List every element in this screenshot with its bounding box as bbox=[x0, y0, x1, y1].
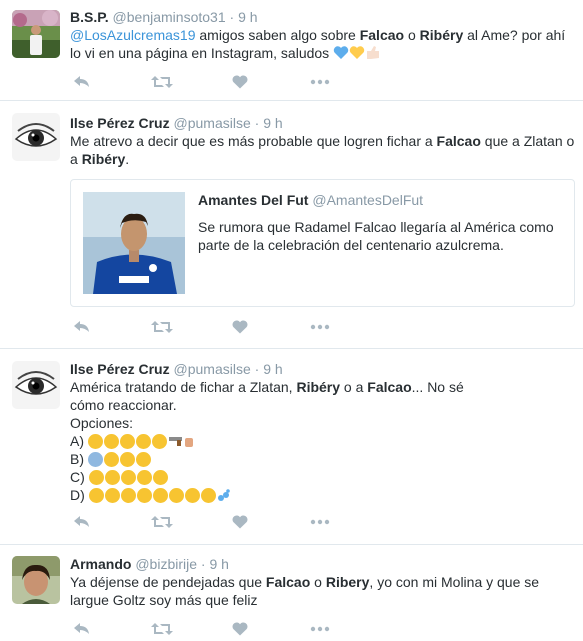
yellow-heart-emoji bbox=[349, 45, 365, 61]
blue-heart-emoji bbox=[333, 45, 349, 61]
avatar[interactable] bbox=[12, 113, 60, 161]
hashtag-highlight: Falcao bbox=[265, 574, 311, 590]
retweet-icon[interactable] bbox=[150, 512, 174, 532]
handle[interactable]: @bizbirije bbox=[135, 556, 197, 572]
thumbs-up-emoji bbox=[365, 45, 381, 61]
more-icon[interactable] bbox=[308, 72, 332, 92]
tweet-text: América tratando de fichar a Zlatan, Rib… bbox=[70, 378, 490, 504]
reply-icon[interactable] bbox=[70, 512, 94, 532]
reply-icon[interactable] bbox=[70, 72, 94, 92]
hashtag-highlight: Ribéry bbox=[81, 151, 126, 167]
hashtag-highlight: Falcao bbox=[436, 133, 481, 149]
option-a: A) bbox=[70, 432, 490, 450]
laughing-emoji bbox=[88, 487, 217, 503]
handle[interactable]: @pumasilse bbox=[174, 115, 251, 131]
separator: · bbox=[254, 361, 260, 377]
astonished-emoji bbox=[88, 469, 169, 485]
handle[interactable]: @benjaminsoto31 bbox=[113, 9, 226, 25]
quoted-handle[interactable]: @AmantesDelFut bbox=[312, 192, 423, 208]
more-icon[interactable] bbox=[308, 512, 332, 532]
handle[interactable]: @pumasilse bbox=[174, 361, 251, 377]
like-icon[interactable] bbox=[228, 317, 252, 337]
quoted-tweet-header: Amantes Del Fut @AmantesDelFut bbox=[198, 192, 423, 208]
hashtag-highlight: Ribéry bbox=[296, 379, 341, 395]
laughing-emoji bbox=[87, 433, 168, 449]
tweet: Ilse Pérez Cruz @pumasilse · 9 h Me atre… bbox=[0, 101, 583, 349]
quoted-tweet-image[interactable] bbox=[83, 192, 185, 294]
retweet-icon[interactable] bbox=[150, 72, 174, 92]
avatar[interactable] bbox=[12, 10, 60, 58]
reply-icon[interactable] bbox=[70, 619, 94, 639]
quoted-tweet[interactable]: Amantes Del Fut @AmantesDelFut Se rumora… bbox=[70, 179, 575, 307]
options-label: Opciones: bbox=[70, 415, 134, 431]
fullname[interactable]: B.S.P. bbox=[70, 9, 109, 25]
fullname[interactable]: Ilse Pérez Cruz bbox=[70, 361, 170, 377]
retweet-icon[interactable] bbox=[150, 619, 174, 639]
quoted-tweet-text: Se rumora que Radamel Falcao llegaría al… bbox=[198, 219, 554, 253]
timestamp[interactable]: 9 h bbox=[263, 361, 282, 377]
hand-emoji bbox=[184, 433, 194, 449]
more-icon[interactable] bbox=[308, 317, 332, 337]
option-d: D) bbox=[70, 486, 490, 504]
tweet-text: Ya déjense de pendejadas que Falcao o Ri… bbox=[70, 574, 540, 608]
tweet-text: @LosAzulcremas19 amigos saben algo sobre… bbox=[70, 27, 566, 61]
tweet: Armando @bizbirije · 9 h Ya déjense de p… bbox=[0, 545, 583, 641]
tweet-header: Ilse Pérez Cruz @pumasilse · 9 h bbox=[70, 114, 283, 132]
tweet-text: Me atrevo a decir que es más probable qu… bbox=[70, 133, 575, 167]
avatar[interactable] bbox=[12, 361, 60, 409]
reply-icon[interactable] bbox=[70, 317, 94, 337]
timestamp[interactable]: 9 h bbox=[238, 9, 257, 25]
hashtag-highlight: Falcao bbox=[367, 379, 412, 395]
option-b: B) bbox=[70, 450, 490, 468]
avatar[interactable] bbox=[12, 556, 60, 604]
separator: · bbox=[229, 9, 235, 25]
retweet-icon[interactable] bbox=[150, 317, 174, 337]
tweet: Ilse Pérez Cruz @pumasilse · 9 h América… bbox=[0, 349, 583, 545]
quoted-fullname[interactable]: Amantes Del Fut bbox=[198, 192, 308, 208]
like-icon[interactable] bbox=[228, 512, 252, 532]
mention-link[interactable]: @LosAzulcremas19 bbox=[70, 27, 196, 43]
option-c: C) bbox=[70, 468, 490, 486]
separator: · bbox=[200, 556, 206, 572]
pistol-emoji bbox=[168, 433, 184, 449]
fullname[interactable]: Ilse Pérez Cruz bbox=[70, 115, 170, 131]
more-icon[interactable] bbox=[308, 619, 332, 639]
fearful-emoji bbox=[87, 451, 152, 467]
hashtag-highlight: Ribéry bbox=[419, 27, 464, 43]
separator: · bbox=[254, 115, 260, 131]
like-icon[interactable] bbox=[228, 619, 252, 639]
fullname[interactable]: Armando bbox=[70, 556, 131, 572]
sweat-droplets-emoji bbox=[217, 487, 231, 503]
tweet-header: B.S.P. @benjaminsoto31 · 9 h bbox=[70, 8, 258, 26]
timestamp[interactable]: 9 h bbox=[263, 115, 282, 131]
tweet-header: Ilse Pérez Cruz @pumasilse · 9 h bbox=[70, 360, 283, 378]
hashtag-highlight: Falcao bbox=[359, 27, 405, 43]
like-icon[interactable] bbox=[228, 72, 252, 92]
hashtag-highlight: Ribery bbox=[325, 574, 370, 590]
tweet: B.S.P. @benjaminsoto31 · 9 h @LosAzulcre… bbox=[0, 0, 583, 101]
timestamp[interactable]: 9 h bbox=[209, 556, 228, 572]
tweet-header: Armando @bizbirije · 9 h bbox=[70, 555, 229, 573]
